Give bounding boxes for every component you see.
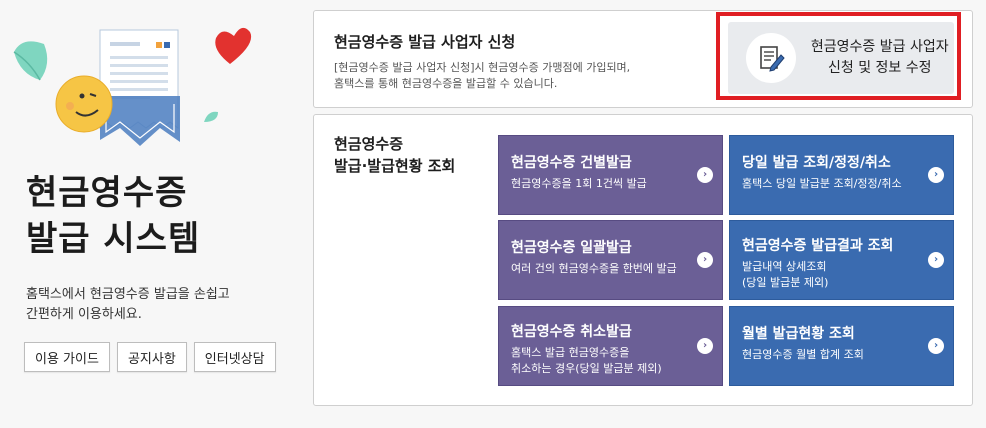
apply-business-button[interactable]: 현금영수증 발급 사업자 신청 및 정보 수정	[728, 22, 954, 94]
small-leaf-icon	[204, 111, 218, 122]
tile-issue-result[interactable]: 현금영수증 발급결과 조회 발급내역 상세조회 (당일 발급분 제외) ›	[729, 220, 954, 300]
tile-subtitle: 현금영수증 월별 합계 조회	[742, 348, 864, 361]
receipt-illustration	[13, 27, 252, 146]
apply-button-label: 현금영수증 발급 사업자 신청 및 정보 수정	[806, 37, 955, 79]
apply-button-line1: 현금영수증 발급 사업자	[810, 39, 949, 55]
online-consult-button[interactable]: 인터넷상담	[193, 342, 276, 372]
tile-title: 월별 발급현황 조회	[742, 326, 855, 342]
tile-subtitle-line2: (당일 발급분 제외)	[742, 276, 829, 289]
tile-title: 현금영수증 일괄발급	[511, 240, 632, 256]
apply-description: [현금영수증 발급 사업자 신청]시 현금영수증 가맹점에 가입되며, 홈택스를…	[334, 60, 630, 92]
chevron-right-icon: ›	[928, 252, 944, 268]
heart-icon	[215, 27, 252, 64]
document-pen-icon	[746, 33, 796, 83]
receipt-paper	[99, 29, 180, 146]
tile-subtitle-line1: 발급내역 상세조회	[742, 260, 827, 273]
page-title: 현금영수증 발급 시스템	[26, 170, 200, 262]
intro-links: 이용 가이드 공지사항 인터넷상담	[24, 342, 276, 372]
guide-button[interactable]: 이용 가이드	[24, 342, 110, 372]
tile-subtitle: 여러 건의 현금영수증을 한번에 발급	[511, 262, 677, 275]
issue-title: 현금영수증 발급·발급현황 조회	[334, 133, 455, 177]
tile-subtitle: 발급내역 상세조회 (당일 발급분 제외)	[742, 259, 941, 291]
tile-single-issue[interactable]: 현금영수증 건별발급 현금영수증을 1회 1건씩 발급 ›	[498, 135, 723, 215]
notice-button[interactable]: 공지사항	[116, 342, 187, 372]
page-title-line2: 발급 시스템	[26, 219, 201, 259]
tile-subtitle: 홈택스 발급 현금영수증을 취소하는 경우(당일 발급분 제외)	[511, 345, 710, 377]
tile-title: 당일 발급 조회/정정/취소	[742, 155, 891, 171]
tile-subtitle-line2: 취소하는 경우(당일 발급분 제외)	[511, 362, 662, 375]
apply-desc-line1: [현금영수증 발급 사업자 신청]시 현금영수증 가맹점에 가입되며,	[334, 61, 631, 74]
tile-title: 현금영수증 취소발급	[511, 324, 632, 340]
tile-subtitle: 현금영수증을 1회 1건씩 발급	[511, 177, 647, 190]
tile-today-issue[interactable]: 당일 발급 조회/정정/취소 홈택스 당일 발급분 조회/정정/취소 ›	[729, 135, 954, 215]
chevron-right-icon: ›	[697, 252, 713, 268]
chevron-right-icon: ›	[928, 167, 944, 183]
tile-bulk-issue[interactable]: 현금영수증 일괄발급 여러 건의 현금영수증을 한번에 발급 ›	[498, 220, 723, 300]
tile-title: 현금영수증 발급결과 조회	[742, 238, 894, 254]
apply-desc-line2: 홈택스를 통해 현금영수증을 발급할 수 있습니다.	[334, 77, 558, 90]
chevron-right-icon: ›	[697, 338, 713, 354]
apply-title: 현금영수증 발급 사업자 신청	[334, 33, 516, 51]
issue-title-line1: 현금영수증	[334, 135, 404, 153]
chevron-right-icon: ›	[697, 167, 713, 183]
smiley-icon	[55, 75, 113, 133]
intro-desc-line1: 홈택스에서 현금영수증 발급을 손쉽고	[26, 287, 230, 302]
intro-desc-line2: 간편하게 이용하세요.	[26, 307, 142, 322]
leaf-icon	[13, 41, 48, 81]
intro-panel: 현금영수증 발급 시스템 홈택스에서 현금영수증 발급을 손쉽고 간편하게 이용…	[0, 0, 300, 428]
tile-cancel-issue[interactable]: 현금영수증 취소발급 홈택스 발급 현금영수증을 취소하는 경우(당일 발급분 …	[498, 306, 723, 386]
tile-subtitle-line1: 홈택스 발급 현금영수증을	[511, 346, 630, 359]
apply-button-line2: 신청 및 정보 수정	[827, 60, 932, 76]
page-title-line1: 현금영수증	[26, 173, 188, 213]
intro-description: 홈택스에서 현금영수증 발급을 손쉽고 간편하게 이용하세요.	[26, 285, 230, 325]
tile-monthly-status[interactable]: 월별 발급현황 조회 현금영수증 월별 합계 조회 ›	[729, 306, 954, 386]
tile-subtitle: 홈택스 당일 발급분 조회/정정/취소	[742, 177, 902, 190]
chevron-right-icon: ›	[928, 338, 944, 354]
issue-title-line2: 발급·발급현황 조회	[334, 157, 456, 175]
tile-title: 현금영수증 건별발급	[511, 155, 632, 171]
